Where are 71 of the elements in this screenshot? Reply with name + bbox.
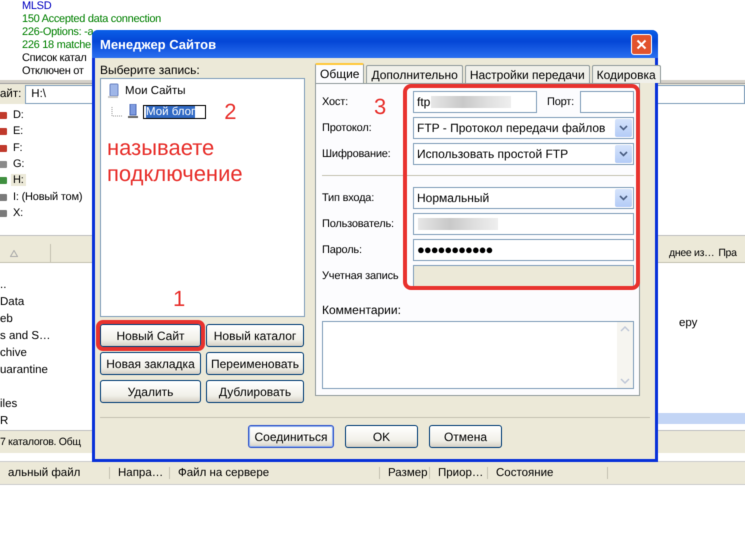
field-label: Порт: xyxy=(547,96,574,108)
site-button[interactable]: Удалить xyxy=(100,380,201,403)
scrollbar[interactable] xyxy=(617,322,633,388)
close-icon xyxy=(636,38,647,50)
field-label: Комментарии: xyxy=(322,302,402,317)
drive-icon xyxy=(0,125,8,138)
annotation-note: называете подключение xyxy=(107,134,244,187)
sort-arrow-icon xyxy=(10,250,18,256)
field-label: Хост: xyxy=(322,96,348,108)
dialog-button[interactable]: OK xyxy=(345,425,418,448)
column-header[interactable]: днее из… xyxy=(669,247,714,259)
drive-item[interactable]: H: xyxy=(11,174,26,186)
site-button[interactable]: Новая закладка xyxy=(100,352,201,375)
user-field[interactable] xyxy=(413,212,634,235)
column-header[interactable]: Пра xyxy=(718,247,737,259)
host-field[interactable]: ftp xyxy=(413,91,537,113)
computer-icon xyxy=(127,104,139,120)
field-label: Тип входа: xyxy=(322,192,374,204)
column-header[interactable]: Файл на сервере xyxy=(170,467,380,479)
log-line: 150 Accepted data connection xyxy=(22,13,161,26)
site-button[interactable]: Дублировать xyxy=(206,380,304,403)
file-name[interactable]: еру xyxy=(679,315,745,332)
drive-item[interactable]: D: xyxy=(11,109,26,122)
log-line: Список катал xyxy=(22,52,86,65)
drive-item[interactable]: E: xyxy=(11,125,25,138)
dialog-button[interactable]: Отмена xyxy=(429,425,502,448)
status-text: 7 каталогов. Общ xyxy=(0,436,81,448)
drive-icon xyxy=(0,174,8,186)
annotation-number: 2 xyxy=(224,98,236,125)
tab[interactable]: Кодировка xyxy=(592,65,661,83)
tab[interactable]: Дополнительно xyxy=(366,65,463,83)
close-button[interactable] xyxy=(631,34,652,54)
dropdown[interactable]: FTP - Протокол передачи файлов xyxy=(413,117,634,139)
field-label: Учетная запись xyxy=(322,270,398,282)
column-header[interactable]: Приор… xyxy=(430,467,488,479)
window-title: Менеджер Сайтов xyxy=(100,36,216,52)
dialog-button[interactable]: Соединиться xyxy=(248,425,334,448)
comments-field[interactable] xyxy=(322,320,634,389)
drive-item[interactable]: X: xyxy=(11,206,25,219)
log-line: Отключен от xyxy=(22,65,84,78)
drive-item[interactable]: F: xyxy=(11,142,24,154)
site-button[interactable]: Новый каталог xyxy=(206,324,304,347)
column-header[interactable]: Напра… xyxy=(110,467,170,479)
site-name-field[interactable]: Мой блог xyxy=(143,104,206,119)
drive-item[interactable]: G: xyxy=(11,158,26,170)
annotation-number: 3 xyxy=(374,96,386,118)
path-label: айт: xyxy=(0,88,22,100)
port-field[interactable] xyxy=(580,91,634,113)
drive-icon xyxy=(0,109,8,122)
password-field[interactable]: ●●●●●●●●●●● xyxy=(413,238,634,261)
site-button[interactable]: Новый Сайт xyxy=(100,324,201,347)
field-label: Протокол: xyxy=(322,122,372,134)
tab[interactable]: Общие xyxy=(315,63,364,83)
annotation-number: 1 xyxy=(173,286,186,312)
dropdown[interactable]: Использовать простой FTP xyxy=(413,143,634,165)
field-label: Пользователь: xyxy=(322,218,394,230)
drive-icon xyxy=(0,158,8,170)
computers-icon xyxy=(107,82,121,99)
tree-folder[interactable]: Мои Сайты xyxy=(125,84,186,97)
site-button[interactable]: Переименовать xyxy=(206,352,304,375)
select-label: Выберите запись: xyxy=(100,63,201,78)
column-header[interactable]: альный файл xyxy=(0,467,110,479)
column-header[interactable]: Размер xyxy=(380,467,430,479)
field-label: Шифрование: xyxy=(322,148,391,160)
log-line: MLSD xyxy=(22,0,52,13)
drive-item[interactable]: I: (Новый том) xyxy=(11,190,84,203)
tab[interactable]: Настройки передачи xyxy=(464,65,590,83)
log-line: 226 18 matche xyxy=(22,39,91,52)
field-label: Пароль: xyxy=(322,244,362,256)
dropdown[interactable]: Нормальный xyxy=(413,186,634,209)
column-header[interactable]: Состояние xyxy=(488,467,608,479)
